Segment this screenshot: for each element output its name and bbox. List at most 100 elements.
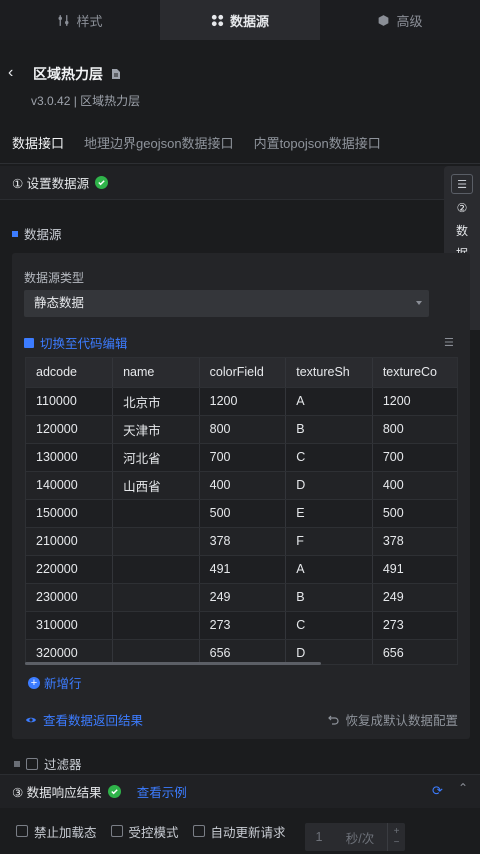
table-cell[interactable]: 110000 [26,387,114,416]
table-cell[interactable]: 491 [199,555,287,584]
table-cell[interactable]: 378 [199,527,287,556]
table-cell[interactable] [112,499,200,528]
filter-checkbox[interactable] [26,757,38,770]
table-cell[interactable]: 北京市 [112,387,200,416]
section-set-datasource[interactable]: ① 设置数据源 [0,166,446,200]
table-cell[interactable]: 天津市 [112,415,200,444]
table-cell[interactable]: 800 [199,415,287,444]
decrement-icon[interactable]: − [394,837,400,848]
table-cell[interactable]: 230000 [26,583,114,612]
auto-update-option[interactable]: 自动更新请求 [192,822,286,841]
table-cell[interactable]: D [285,471,373,500]
table-cell[interactable]: 150000 [26,499,114,528]
table-cell[interactable]: 249 [199,583,287,612]
table-cell[interactable]: 210000 [26,527,114,556]
datasource-panel: 数据源类型 静态数据 切换至代码编辑 ☰ adcode name colorFi… [12,253,470,739]
column-header[interactable]: name [112,358,200,388]
view-example-link[interactable]: 查看示例 [137,782,187,801]
tab-datasource[interactable]: 数据源 [160,0,320,40]
table-cell[interactable]: 700 [372,443,457,472]
table-row: 220000 491 A 491 [26,555,457,584]
table-cell[interactable]: C [285,443,373,472]
page-title: 区域热力层 [33,64,121,84]
interval-stepper[interactable]: 1 秒/次 + − [305,823,405,851]
table-cell[interactable]: E [285,499,373,528]
add-row-button[interactable]: + 新增行 [28,673,82,692]
controlled-mode-checkbox[interactable] [110,825,123,837]
interval-value[interactable]: 1 [305,830,333,844]
column-header[interactable]: textureSh [285,358,373,388]
subtab-topojson-api[interactable]: 内置topojson数据接口 [254,130,381,163]
sub-tab-bar: 数据接口 地理边界geojson数据接口 内置topojson数据接口 [0,130,480,169]
section-response-label: ③ 数据响应结果 [12,786,102,800]
table-cell[interactable]: 400 [372,471,457,500]
table-cell[interactable]: 山西省 [112,471,200,500]
table-cell[interactable]: B [285,415,373,444]
table-cell[interactable]: 273 [199,611,287,640]
table-horizontal-scrollbar[interactable] [25,662,321,665]
switch-code-edit-link[interactable]: 切换至代码编辑 [24,333,128,352]
table-cell[interactable]: 220000 [26,555,114,584]
table-cell[interactable] [112,555,200,584]
table-cell[interactable]: 500 [199,499,287,528]
table-cell[interactable]: A [285,387,373,416]
column-header[interactable]: textureCo [372,358,457,388]
table-cell[interactable]: 491 [372,555,457,584]
code-icon [24,337,34,348]
column-header[interactable]: colorField [199,358,287,388]
view-result-link[interactable]: 查看数据返回结果 [25,710,143,729]
auto-update-label: 自动更新请求 [210,825,286,840]
table-cell[interactable]: 130000 [26,443,114,472]
table-cell[interactable]: F [285,527,373,556]
add-row-label: 新增行 [44,677,82,691]
back-icon[interactable]: ‹ [8,64,24,82]
table-cell[interactable]: 249 [372,583,457,612]
table-cell[interactable]: 656 [372,639,457,664]
table-row: 110000北京市1200A1200北京 [26,387,457,416]
tab-advanced[interactable]: 高级 [320,0,480,40]
tab-style[interactable]: 样式 [0,0,160,40]
table-cell[interactable] [112,527,200,556]
controlled-mode-option[interactable]: 受控模式 [110,822,179,841]
table-cell[interactable] [112,611,200,640]
table-cell[interactable]: C [285,611,373,640]
table-cell[interactable]: B [285,583,373,612]
table-cell[interactable]: 310000 [26,611,114,640]
page-subtitle: v3.0.42 | 区域热力层 [31,94,141,108]
stepper-arrows[interactable]: + − [387,823,405,851]
increment-icon[interactable]: + [394,826,400,837]
restore-default-link[interactable]: 恢复成默认数据配置 [327,710,458,729]
table-cell[interactable]: 378 [372,527,457,556]
table-cell[interactable]: 700 [199,443,287,472]
interval-unit: 秒/次 [345,831,375,846]
table-cell[interactable]: 273 [372,611,457,640]
table-cell[interactable]: A [285,555,373,584]
table-cell[interactable]: 800 [372,415,457,444]
subtab-geojson-api[interactable]: 地理边界geojson数据接口 [84,130,234,163]
document-icon[interactable] [111,68,121,80]
char-2: 数 [455,224,468,238]
char-1: ② [456,201,468,215]
datasource-type-select[interactable]: 静态数据 [24,290,429,317]
table-cell[interactable] [112,583,200,612]
disable-loading-option[interactable]: 禁止加载态 [16,822,97,841]
table-cell[interactable]: 140000 [26,471,114,500]
section-response-result[interactable]: ③ 数据响应结果 查看示例 [0,774,480,808]
table-cell[interactable]: 500 [372,499,457,528]
restore-default-label: 恢复成默认数据配置 [345,714,458,728]
table-cell[interactable]: 1200 [199,387,287,416]
auto-update-checkbox[interactable] [192,825,205,837]
table-row: 150000 500 E 500 [26,499,457,528]
section-set-datasource-label: ① 设置数据源 [12,177,90,191]
table-cell[interactable]: 1200 [372,387,457,416]
collapse-list-icon[interactable]: ☰ [451,174,473,194]
collapse-panel-icon[interactable]: ☰ [444,336,456,349]
table-cell[interactable]: 120000 [26,415,114,444]
disable-loading-checkbox[interactable] [16,825,28,837]
chevron-up-icon[interactable]: ⌃ [458,781,468,795]
table-cell[interactable]: 河北省 [112,443,200,472]
refresh-icon[interactable]: ⟳ [432,783,446,798]
column-header[interactable]: adcode [26,358,114,388]
table-cell[interactable]: 400 [199,471,287,500]
subtab-data-api[interactable]: 数据接口 [12,130,65,169]
